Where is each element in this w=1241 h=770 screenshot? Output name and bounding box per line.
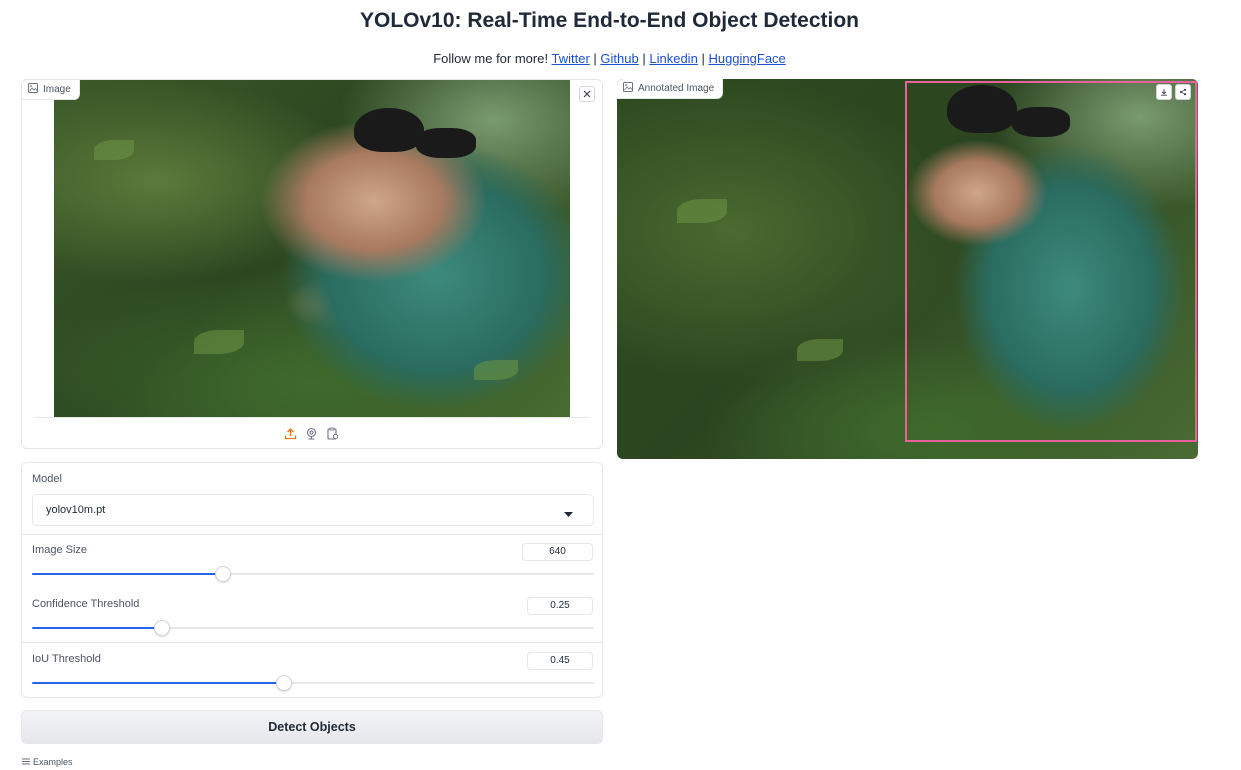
chevron-down-icon [564,508,573,520]
input-image-label-text: Image [43,84,71,95]
confidence-slider[interactable] [32,620,594,636]
page-title: YOLOv10: Real-Time End-to-End Object Det… [359,9,860,32]
list-icon [22,757,30,767]
image-size-slider[interactable] [32,566,594,582]
webcam-icon[interactable] [305,427,318,440]
iou-thumb[interactable] [276,675,293,691]
section-divider [22,534,602,535]
download-button[interactable] [1156,84,1172,100]
confidence-fill [32,627,162,629]
image-size-fill [32,573,222,575]
image-icon [28,83,38,96]
annotated-image-label: Annotated Image [617,79,724,99]
close-icon [583,85,591,103]
clipboard-icon[interactable] [326,427,339,440]
examples-label: Examples [33,757,73,767]
confidence-input[interactable]: 0.25 [527,597,593,615]
iou-label: IoU Threshold [32,653,101,665]
image-size-thumb[interactable] [214,566,231,582]
iou-slider[interactable] [32,675,594,691]
upload-icon[interactable] [284,427,297,440]
iou-input[interactable]: 0.45 [527,652,593,670]
follow-line: Follow me for more! Twitter | Github | L… [0,51,1219,66]
twitter-link[interactable]: Twitter [551,51,589,66]
link-separator: | [642,51,646,66]
download-icon [1160,83,1168,101]
input-image-panel: Image [21,79,603,449]
input-image [54,80,570,417]
huggingface-link[interactable]: HuggingFace [708,51,785,66]
share-button[interactable] [1175,84,1191,100]
image-divider [34,417,590,418]
model-label: Model [32,473,62,485]
detect-objects-button[interactable]: Detect Objects [21,710,603,744]
examples-toggle[interactable]: Examples [22,757,73,767]
input-image-label: Image [22,80,80,100]
model-dropdown[interactable]: yolov10m.pt [32,494,594,526]
github-link[interactable]: Github [600,51,638,66]
confidence-thumb[interactable] [154,620,171,636]
controls-panel: Model yolov10m.pt Image Size 640 Confide… [21,462,603,698]
section-divider [22,642,602,643]
link-separator: | [593,51,597,66]
image-size-input[interactable]: 640 [522,543,593,561]
follow-text: Follow me for more! [433,51,549,66]
detection-box [905,81,1197,442]
iou-fill [32,682,284,684]
image-icon [623,82,633,95]
share-icon [1179,83,1187,101]
image-size-label: Image Size [32,544,88,556]
image-source-bar [284,427,339,440]
confidence-label: Confidence Threshold [32,598,140,610]
annotated-image-panel: Annotated Image [617,79,1198,459]
clear-image-button[interactable] [579,86,595,102]
model-value: yolov10m.pt [46,504,106,516]
linkedin-link[interactable]: Linkedin [649,51,697,66]
annotated-image-label-text: Annotated Image [638,83,715,94]
link-separator: | [701,51,705,66]
